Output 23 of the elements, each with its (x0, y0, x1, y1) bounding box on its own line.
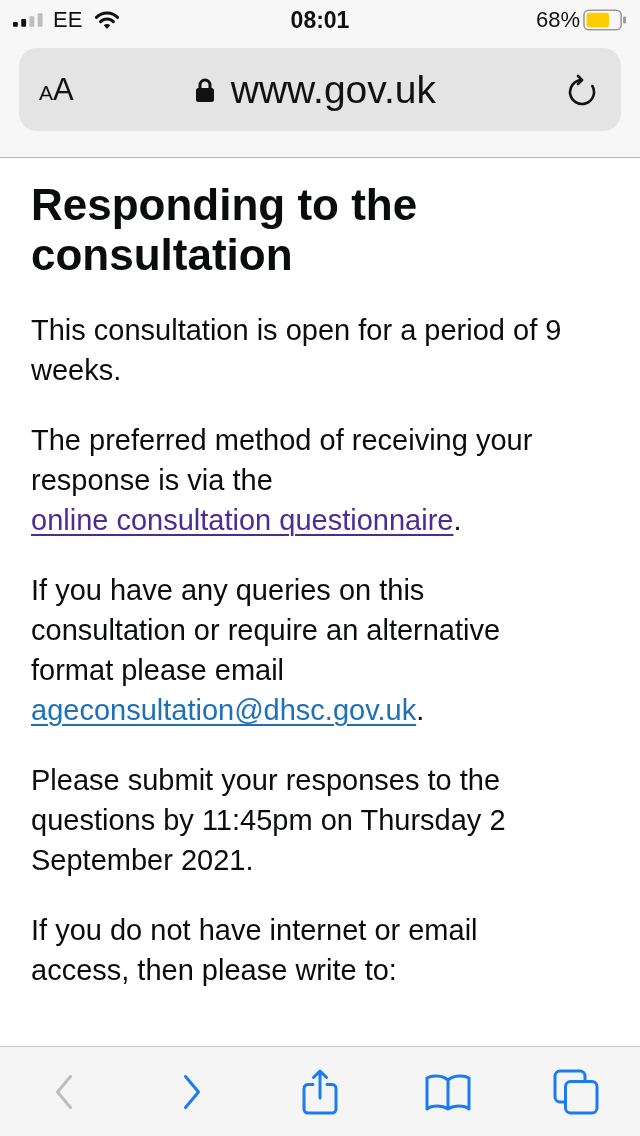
battery-icon (583, 9, 627, 31)
chevron-right-icon[interactable] (182, 1073, 202, 1110)
clock-time: 08:01 (290, 6, 350, 34)
battery-percentage: 68% (535, 7, 580, 33)
address-field[interactable]: AA www.gov.uk (19, 48, 621, 131)
share-icon[interactable] (301, 1067, 339, 1116)
text-size-button[interactable]: AA (39, 71, 74, 108)
book-icon[interactable] (424, 1071, 472, 1112)
tabs-icon[interactable] (553, 1068, 599, 1115)
paragraph: If you do not have internet or email access, then please write to: (31, 913, 479, 988)
carrier-name: EE (53, 7, 83, 33)
paragraph: This consultation is open for a period of 9 weeks. (31, 313, 563, 388)
paragraph: Please submit your responses to the questions by 11:45pm on Thursday 2 September 2021. (31, 763, 507, 878)
signal-icon (13, 13, 44, 27)
url-text: www.gov.uk (230, 67, 436, 112)
wifi-icon (94, 10, 121, 30)
link[interactable]: ageconsultation@dhsc.gov.uk (31, 694, 417, 726)
link[interactable]: online consultation questionnaire (31, 504, 454, 536)
paragraph: The preferred method of receiving your response is via the online consultation questionnaire. (31, 423, 534, 538)
lock-icon (194, 76, 215, 103)
page-heading: Responding to the consultation (31, 180, 419, 280)
paragraph: If you have any queries on this consultation or require an alternative format please email ageconsultation@dhsc.gov.uk. (31, 573, 502, 728)
reload-icon[interactable] (567, 73, 597, 106)
